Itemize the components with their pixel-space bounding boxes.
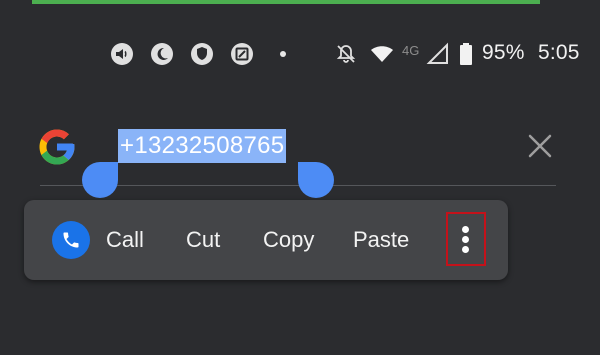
selection-handle-end[interactable]: [298, 162, 334, 198]
top-accent-bar: [32, 0, 540, 4]
battery-percent: 95%: [482, 41, 525, 64]
network-type: 4G: [402, 43, 420, 58]
battery-icon: [458, 42, 474, 66]
more-vert-icon: [462, 226, 470, 254]
notifications-muted-icon: [334, 42, 358, 66]
more-options-button[interactable]: [446, 212, 486, 266]
do-not-disturb-icon: [150, 42, 174, 66]
phone-icon[interactable]: [52, 221, 90, 259]
screenshot-icon: [230, 42, 254, 66]
notification-dot-icon: [280, 51, 286, 57]
text-selection-toolbar: Call Cut Copy Paste: [24, 200, 508, 280]
sound-icon: [110, 42, 134, 66]
google-logo-icon: [36, 126, 78, 168]
status-bar: 4G 95% 5:05: [0, 34, 600, 74]
signal-icon: [426, 42, 450, 66]
shield-icon: [190, 42, 214, 66]
paste-button[interactable]: Paste: [353, 227, 409, 253]
close-icon: [528, 134, 552, 158]
selection-handle-start[interactable]: [82, 162, 118, 198]
cut-button[interactable]: Cut: [186, 227, 220, 253]
call-button[interactable]: Call: [106, 227, 144, 253]
copy-button[interactable]: Copy: [263, 227, 314, 253]
wifi-icon: [370, 42, 394, 66]
clear-search-button[interactable]: [522, 128, 558, 164]
clock: 5:05: [538, 41, 580, 64]
search-input[interactable]: +13232508765: [118, 129, 287, 163]
